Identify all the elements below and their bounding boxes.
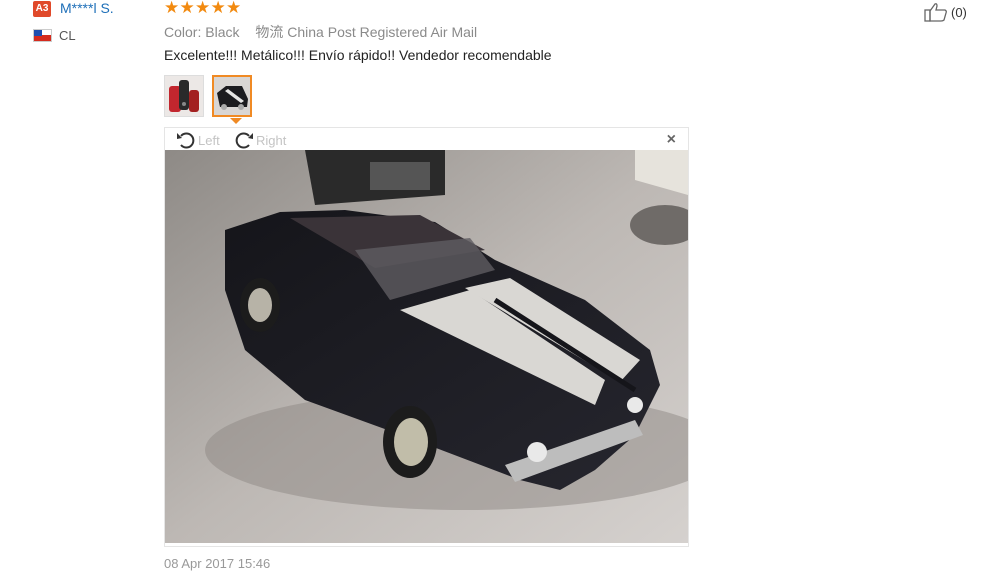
thumbs-up-icon (924, 3, 947, 22)
shipping-label: 物流 (255, 24, 284, 40)
rotate-left-label: Left (198, 132, 220, 148)
selected-thumbnail-pointer (230, 118, 242, 124)
star-icon: ★ (226, 0, 242, 17)
buyer-name: M****l S. (60, 0, 114, 16)
rotate-right-icon (235, 132, 253, 149)
rotate-left-button[interactable]: Left (175, 130, 220, 150)
review-date: 08 Apr 2017 15:46 (164, 556, 271, 571)
review-text: Excelente!!! Metálico!!! Envío rápido!! … (164, 47, 552, 63)
photo-viewer: Left Right × (164, 127, 689, 547)
rotate-right-label: Right (256, 132, 287, 148)
shipping-value: China Post Registered Air Mail (287, 24, 478, 40)
buyer-level-badge: A3 (33, 1, 51, 17)
rotate-right-button[interactable]: Right (233, 130, 286, 150)
buyer-country: CL (59, 28, 76, 43)
color-label: Color: (164, 24, 202, 40)
order-info: Color: Black 物流 China Post Registered Ai… (164, 22, 477, 42)
star-icon: ★ (164, 0, 180, 17)
star-icon: ★ (210, 0, 226, 17)
star-icon: ★ (195, 0, 211, 17)
review-photo (165, 150, 688, 543)
rotate-left-icon (177, 132, 195, 149)
helpful-button[interactable]: (0) (924, 2, 967, 22)
helpful-count: (0) (951, 4, 967, 20)
close-viewer-button[interactable]: × (667, 132, 676, 148)
color-value: Black (205, 24, 240, 40)
star-rating: ★ ★ ★ ★ ★ (164, 0, 242, 16)
country-flag-icon (33, 29, 52, 42)
review-photo-thumbnail-1[interactable] (164, 75, 204, 117)
review-photo-thumbnail-2[interactable] (212, 75, 252, 117)
star-icon: ★ (179, 0, 195, 17)
